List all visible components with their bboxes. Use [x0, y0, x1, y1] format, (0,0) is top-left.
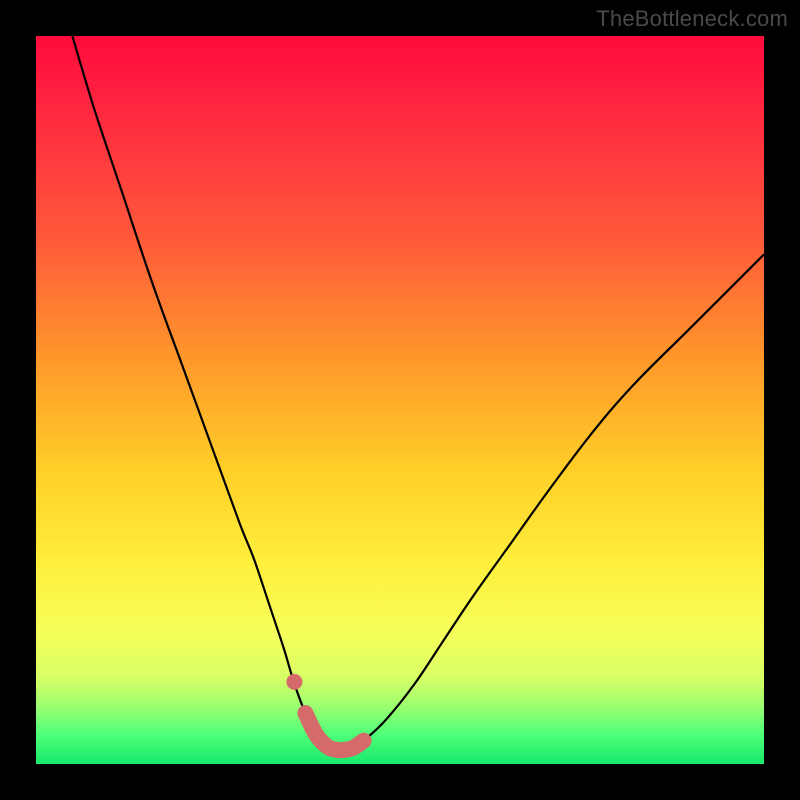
- optimal-range-end-dot: [286, 674, 302, 690]
- bottleneck-curve: [72, 36, 764, 750]
- optimal-range-highlight: [305, 713, 363, 750]
- chart-frame: TheBottleneck.com: [0, 0, 800, 800]
- watermark-text: TheBottleneck.com: [596, 6, 788, 32]
- curve-group: [72, 36, 764, 750]
- chart-svg: [36, 36, 764, 764]
- plot-area: [36, 36, 764, 764]
